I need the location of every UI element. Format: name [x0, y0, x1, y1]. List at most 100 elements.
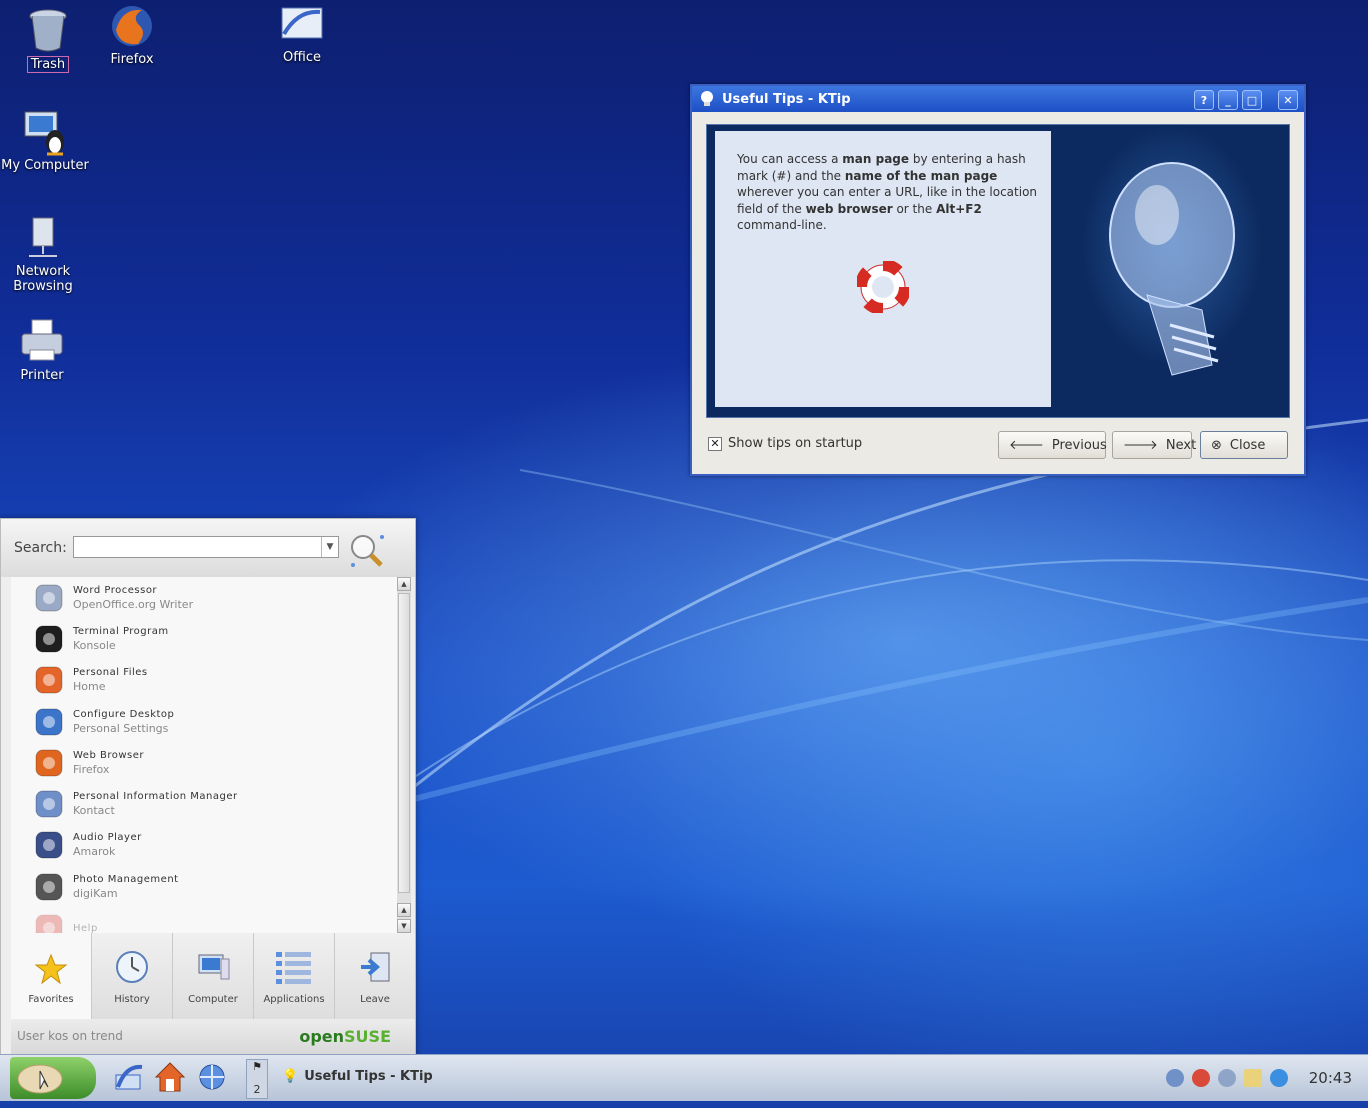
tip-keyword: Alt+F2: [936, 201, 982, 216]
arrow-left-icon: 🡐: [1009, 438, 1044, 453]
list-scrollbar[interactable]: ▲ ▲ ▼: [397, 577, 411, 933]
kickoff-tabs: Favorites History Computer Applications …: [11, 933, 415, 1019]
kmenu-button[interactable]: [10, 1057, 96, 1099]
lightbulb-illustration: [1052, 125, 1289, 417]
office-launcher-icon[interactable]: [112, 1061, 144, 1093]
list-item[interactable]: Word Processor OpenOffice.org Writer: [11, 577, 397, 618]
tip-text: You can access a man page by entering a …: [737, 151, 1037, 234]
network-tray-icon[interactable]: [1218, 1069, 1236, 1087]
minimize-button[interactable]: _: [1218, 90, 1238, 110]
list-item[interactable]: Personal Files Home: [11, 660, 397, 701]
previous-button[interactable]: 🡐 Previous: [998, 431, 1107, 459]
office-icon: [278, 0, 326, 48]
tip-text-run: or the: [892, 201, 937, 216]
list-item-subtitle: Kontact: [73, 804, 115, 818]
scroll-up-button[interactable]: ▲: [397, 577, 411, 591]
star-icon: [34, 953, 68, 988]
printer-icon: [18, 318, 66, 366]
tab-favorites[interactable]: Favorites: [11, 933, 91, 1019]
user-info: User kos on trend: [17, 1029, 123, 1043]
my-computer-icon: [21, 108, 69, 156]
configure-desktop-icon: [33, 706, 65, 738]
list-item-subtitle: Konsole: [73, 638, 116, 652]
list-item-title: Audio Player: [73, 832, 142, 844]
desktop-icon-printer[interactable]: Printer: [0, 318, 87, 383]
update-icon[interactable]: [1192, 1069, 1210, 1087]
list-item-subtitle: Firefox: [73, 762, 110, 776]
list-item[interactable]: Web Browser Firefox: [11, 742, 397, 783]
amarok-icon: [33, 829, 65, 861]
show-tips-checkbox[interactable]: ✕: [708, 436, 722, 451]
list-item[interactable]: Help: [11, 907, 397, 933]
volume-icon[interactable]: [1166, 1069, 1184, 1087]
scroll-thumb[interactable]: [398, 593, 410, 893]
tip-box: You can access a man page by entering a …: [715, 131, 1051, 407]
list-item-title: Terminal Program: [73, 625, 169, 637]
ktip-titlebar[interactable]: Useful Tips - KTip ? _ □ ✕: [692, 86, 1304, 112]
lightbulb-task-icon: 💡: [282, 1068, 299, 1084]
search-bar: Search: ▼: [1, 519, 415, 577]
home-icon: [33, 664, 65, 696]
pager-flag-icon: ⚑: [252, 1060, 262, 1073]
tab-applications[interactable]: Applications: [253, 933, 334, 1019]
search-dropdown-button[interactable]: ▼: [321, 537, 338, 557]
list-item[interactable]: Photo Management digiKam: [11, 866, 397, 907]
favorites-list: Word Processor OpenOffice.org Writer Termi…: [11, 577, 397, 933]
leave-icon: [357, 949, 393, 988]
word-processor-icon: [33, 582, 65, 614]
list-item[interactable]: Terminal Program Konsole: [11, 618, 397, 659]
globe-icon[interactable]: [1270, 1069, 1288, 1087]
close-button[interactable]: ⊗ Close: [1200, 431, 1288, 459]
desktop-pager[interactable]: ⚑ 2: [246, 1059, 268, 1099]
home-launcher-icon[interactable]: [154, 1061, 186, 1093]
list-item-title: Web Browser: [73, 749, 145, 761]
next-button[interactable]: 🡒 Next: [1112, 431, 1196, 459]
list-item-title: Photo Management: [73, 873, 179, 885]
tab-leave[interactable]: Leave: [334, 933, 415, 1019]
tip-keyword: web browser: [805, 201, 893, 216]
system-tray: [1166, 1069, 1288, 1087]
gecko-icon: [17, 1064, 63, 1094]
list-item[interactable]: Personal Information Manager Kontact: [11, 783, 397, 824]
tip-panel: You can access a man page by entering a …: [706, 124, 1290, 418]
scroll-up-button-lower[interactable]: ▲: [397, 903, 411, 917]
list-item-subtitle: Home: [73, 680, 106, 694]
ktip-title: Useful Tips - KTip: [722, 91, 851, 107]
firefox-icon: [108, 2, 156, 50]
lifebuoy-icon: [855, 259, 911, 316]
ktip-window[interactable]: Useful Tips - KTip ? _ □ ✕ You can acces…: [690, 84, 1306, 476]
list-item-subtitle: Personal Settings: [73, 721, 169, 735]
tab-history[interactable]: History: [91, 933, 172, 1019]
desktop-icon-network-browsing[interactable]: Network Browsing: [0, 214, 88, 294]
search-input[interactable]: [73, 536, 339, 558]
help-icon: [33, 912, 65, 933]
help-button[interactable]: ?: [1194, 90, 1214, 110]
list-item-subtitle: OpenOffice.org Writer: [73, 597, 194, 611]
arrow-right-icon: 🡒: [1123, 438, 1158, 453]
kickoff-menu[interactable]: Search: ▼ Word Processor OpenOffice.org W…: [0, 518, 416, 1060]
desktop-icon-trash[interactable]: Trash: [3, 6, 93, 73]
clipboard-icon[interactable]: [1244, 1069, 1262, 1087]
desktop-icon-office[interactable]: Office: [257, 0, 347, 65]
tab-computer[interactable]: Computer: [172, 933, 253, 1019]
tip-keyword: man page: [842, 152, 910, 166]
list-item-subtitle: digiKam: [73, 886, 118, 900]
firefox-icon: [33, 747, 65, 779]
taskbar: ⚑ 2 💡 Useful Tips - KTip 20:43: [0, 1054, 1368, 1101]
list-item[interactable]: Configure Desktop Personal Settings: [11, 701, 397, 742]
close-circle-icon: ⊗: [1211, 437, 1222, 453]
list-item-subtitle: Amarok: [73, 845, 116, 859]
desktop-icon-firefox[interactable]: Firefox: [87, 2, 177, 67]
show-tips-row[interactable]: ✕ Show tips on startup: [708, 436, 862, 451]
kickoff-footer: User kos on trend openSUSE: [11, 1019, 415, 1055]
scroll-down-button[interactable]: ▼: [397, 919, 411, 933]
network-launcher-icon[interactable]: [196, 1061, 228, 1093]
task-ktip[interactable]: 💡 Useful Tips - KTip: [282, 1061, 433, 1091]
list-item[interactable]: Audio Player Amarok: [11, 825, 397, 866]
maximize-button[interactable]: □: [1242, 90, 1262, 110]
close-window-button[interactable]: ✕: [1278, 90, 1298, 110]
desktop-icon-my-computer[interactable]: My Computer: [0, 108, 90, 173]
clock[interactable]: 20:43: [1309, 1069, 1352, 1087]
magnifier-icon[interactable]: [347, 531, 387, 574]
tip-text-run: You can access a: [737, 152, 843, 166]
